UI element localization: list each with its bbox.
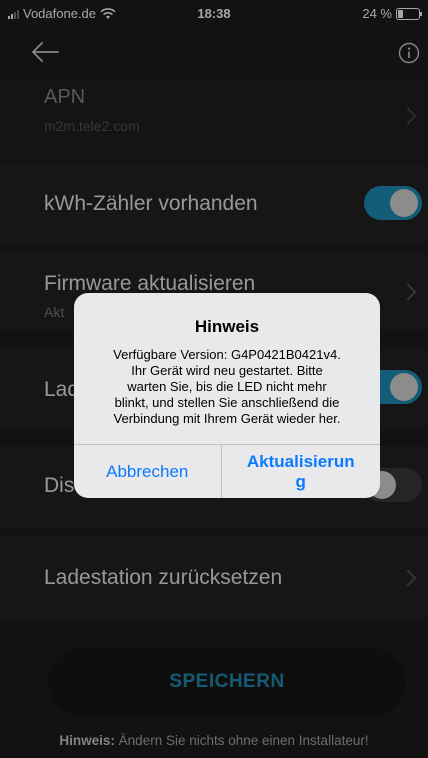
alert-message: Verfügbare Version: G4P0421B0421v4. Ihr … <box>86 347 368 427</box>
alert-message-line: Verfügbare Version: G4P0421B0421v4. <box>113 347 341 362</box>
update-button-label-line1: Aktualisierun <box>246 451 355 471</box>
update-button[interactable]: Aktualisierun g <box>222 445 381 498</box>
firmware-update-alert: Hinweis Verfügbare Version: G4P0421B0421… <box>74 293 380 498</box>
settings-screen: Vodafone.de 18:38 24 % APN m2m.tele2.com… <box>0 0 428 758</box>
update-button-label-line2: g <box>295 471 306 491</box>
alert-actions: Abbrechen Aktualisierun g <box>74 444 380 498</box>
alert-title: Hinweis <box>194 317 260 336</box>
alert-message-line: warten Sie, bis die LED nicht mehr <box>127 379 327 394</box>
alert-message-line: Ihr Gerät wird neu gestartet. Bitte <box>131 363 323 378</box>
cancel-button[interactable]: Abbrechen <box>74 445 221 498</box>
alert-message-line: Verbindung mit Ihrem Gerät wieder her. <box>113 411 341 426</box>
alert-message-line: blinkt, und stellen Sie anschließend die <box>114 395 340 410</box>
